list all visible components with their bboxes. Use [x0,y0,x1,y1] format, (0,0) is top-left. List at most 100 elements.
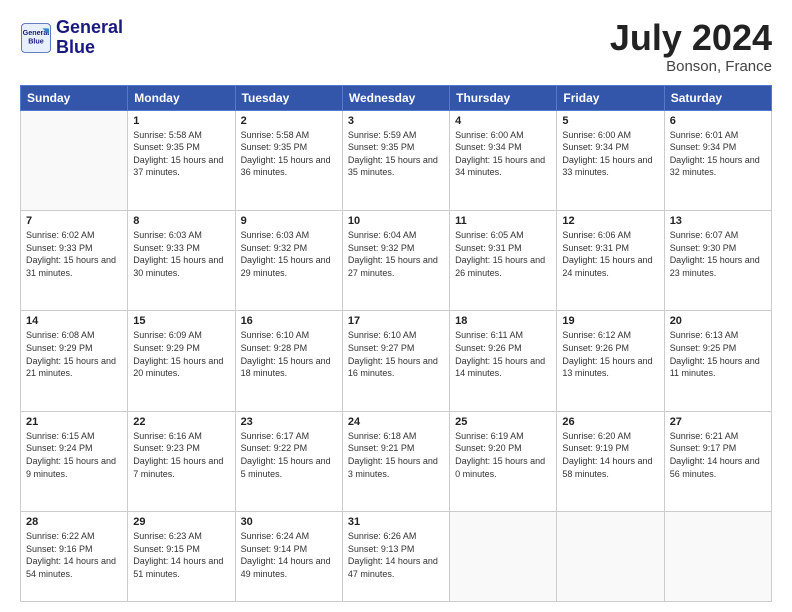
table-row: 6 Sunrise: 6:01 AMSunset: 9:34 PMDayligh… [664,110,771,210]
title-block: July 2024 Bonson, France [610,18,772,75]
table-row: 19 Sunrise: 6:12 AMSunset: 9:26 PMDaylig… [557,311,664,411]
header-friday: Friday [557,85,664,110]
table-row [21,110,128,210]
table-row: 25 Sunrise: 6:19 AMSunset: 9:20 PMDaylig… [450,411,557,511]
table-row: 12 Sunrise: 6:06 AMSunset: 9:31 PMDaylig… [557,210,664,310]
day-info: Sunrise: 6:12 AMSunset: 9:26 PMDaylight:… [562,329,658,379]
table-row: 13 Sunrise: 6:07 AMSunset: 9:30 PMDaylig… [664,210,771,310]
day-info: Sunrise: 6:01 AMSunset: 9:34 PMDaylight:… [670,129,766,179]
day-number: 16 [241,315,337,327]
day-number: 19 [562,315,658,327]
day-info: Sunrise: 6:10 AMSunset: 9:27 PMDaylight:… [348,329,444,379]
day-number: 29 [133,516,229,528]
header-saturday: Saturday [664,85,771,110]
day-info: Sunrise: 6:08 AMSunset: 9:29 PMDaylight:… [26,329,122,379]
table-row [450,512,557,602]
day-number: 30 [241,516,337,528]
logo: General Blue General Blue [20,18,123,58]
day-info: Sunrise: 6:16 AMSunset: 9:23 PMDaylight:… [133,430,229,480]
table-row: 29 Sunrise: 6:23 AMSunset: 9:15 PMDaylig… [128,512,235,602]
calendar-week-row: 21 Sunrise: 6:15 AMSunset: 9:24 PMDaylig… [21,411,772,511]
table-row: 17 Sunrise: 6:10 AMSunset: 9:27 PMDaylig… [342,311,449,411]
day-number: 20 [670,315,766,327]
day-number: 24 [348,416,444,428]
day-number: 12 [562,215,658,227]
header-thursday: Thursday [450,85,557,110]
table-row: 14 Sunrise: 6:08 AMSunset: 9:29 PMDaylig… [21,311,128,411]
table-row: 22 Sunrise: 6:16 AMSunset: 9:23 PMDaylig… [128,411,235,511]
day-number: 10 [348,215,444,227]
table-row: 1 Sunrise: 5:58 AMSunset: 9:35 PMDayligh… [128,110,235,210]
day-info: Sunrise: 6:11 AMSunset: 9:26 PMDaylight:… [455,329,551,379]
table-row: 26 Sunrise: 6:20 AMSunset: 9:19 PMDaylig… [557,411,664,511]
day-number: 6 [670,115,766,127]
day-number: 22 [133,416,229,428]
header-sunday: Sunday [21,85,128,110]
day-number: 5 [562,115,658,127]
table-row: 5 Sunrise: 6:00 AMSunset: 9:34 PMDayligh… [557,110,664,210]
calendar-week-row: 1 Sunrise: 5:58 AMSunset: 9:35 PMDayligh… [21,110,772,210]
month-title: July 2024 [610,18,772,58]
day-number: 15 [133,315,229,327]
logo-icon: General Blue [20,22,52,54]
day-number: 21 [26,416,122,428]
day-info: Sunrise: 6:02 AMSunset: 9:33 PMDaylight:… [26,229,122,279]
header-monday: Monday [128,85,235,110]
day-info: Sunrise: 6:00 AMSunset: 9:34 PMDaylight:… [562,129,658,179]
day-number: 27 [670,416,766,428]
table-row: 11 Sunrise: 6:05 AMSunset: 9:31 PMDaylig… [450,210,557,310]
day-info: Sunrise: 5:58 AMSunset: 9:35 PMDaylight:… [133,129,229,179]
day-info: Sunrise: 6:24 AMSunset: 9:14 PMDaylight:… [241,530,337,580]
day-info: Sunrise: 6:03 AMSunset: 9:32 PMDaylight:… [241,229,337,279]
day-number: 8 [133,215,229,227]
day-number: 4 [455,115,551,127]
page: General Blue General Blue July 2024 Bons… [0,0,792,612]
day-info: Sunrise: 6:18 AMSunset: 9:21 PMDaylight:… [348,430,444,480]
day-number: 31 [348,516,444,528]
day-info: Sunrise: 6:05 AMSunset: 9:31 PMDaylight:… [455,229,551,279]
table-row: 21 Sunrise: 6:15 AMSunset: 9:24 PMDaylig… [21,411,128,511]
day-info: Sunrise: 6:00 AMSunset: 9:34 PMDaylight:… [455,129,551,179]
header-wednesday: Wednesday [342,85,449,110]
day-info: Sunrise: 6:22 AMSunset: 9:16 PMDaylight:… [26,530,122,580]
weekday-header-row: Sunday Monday Tuesday Wednesday Thursday… [21,85,772,110]
day-number: 9 [241,215,337,227]
table-row: 2 Sunrise: 5:58 AMSunset: 9:35 PMDayligh… [235,110,342,210]
day-info: Sunrise: 6:26 AMSunset: 9:13 PMDaylight:… [348,530,444,580]
day-number: 7 [26,215,122,227]
day-number: 28 [26,516,122,528]
table-row: 3 Sunrise: 5:59 AMSunset: 9:35 PMDayligh… [342,110,449,210]
table-row [557,512,664,602]
table-row: 24 Sunrise: 6:18 AMSunset: 9:21 PMDaylig… [342,411,449,511]
day-info: Sunrise: 6:06 AMSunset: 9:31 PMDaylight:… [562,229,658,279]
logo-text: General Blue [56,18,123,58]
table-row: 8 Sunrise: 6:03 AMSunset: 9:33 PMDayligh… [128,210,235,310]
table-row: 20 Sunrise: 6:13 AMSunset: 9:25 PMDaylig… [664,311,771,411]
header: General Blue General Blue July 2024 Bons… [20,18,772,75]
table-row: 9 Sunrise: 6:03 AMSunset: 9:32 PMDayligh… [235,210,342,310]
day-info: Sunrise: 6:09 AMSunset: 9:29 PMDaylight:… [133,329,229,379]
header-tuesday: Tuesday [235,85,342,110]
location: Bonson, France [610,58,772,75]
table-row: 18 Sunrise: 6:11 AMSunset: 9:26 PMDaylig… [450,311,557,411]
calendar-table: Sunday Monday Tuesday Wednesday Thursday… [20,85,772,602]
day-number: 17 [348,315,444,327]
day-number: 25 [455,416,551,428]
day-info: Sunrise: 6:20 AMSunset: 9:19 PMDaylight:… [562,430,658,480]
table-row: 16 Sunrise: 6:10 AMSunset: 9:28 PMDaylig… [235,311,342,411]
table-row: 28 Sunrise: 6:22 AMSunset: 9:16 PMDaylig… [21,512,128,602]
table-row: 10 Sunrise: 6:04 AMSunset: 9:32 PMDaylig… [342,210,449,310]
day-info: Sunrise: 6:03 AMSunset: 9:33 PMDaylight:… [133,229,229,279]
day-info: Sunrise: 6:13 AMSunset: 9:25 PMDaylight:… [670,329,766,379]
calendar-week-row: 14 Sunrise: 6:08 AMSunset: 9:29 PMDaylig… [21,311,772,411]
table-row: 23 Sunrise: 6:17 AMSunset: 9:22 PMDaylig… [235,411,342,511]
day-number: 13 [670,215,766,227]
day-info: Sunrise: 6:19 AMSunset: 9:20 PMDaylight:… [455,430,551,480]
table-row [664,512,771,602]
day-number: 2 [241,115,337,127]
svg-text:Blue: Blue [28,36,44,45]
day-info: Sunrise: 5:58 AMSunset: 9:35 PMDaylight:… [241,129,337,179]
day-info: Sunrise: 6:15 AMSunset: 9:24 PMDaylight:… [26,430,122,480]
day-info: Sunrise: 6:23 AMSunset: 9:15 PMDaylight:… [133,530,229,580]
day-info: Sunrise: 6:10 AMSunset: 9:28 PMDaylight:… [241,329,337,379]
